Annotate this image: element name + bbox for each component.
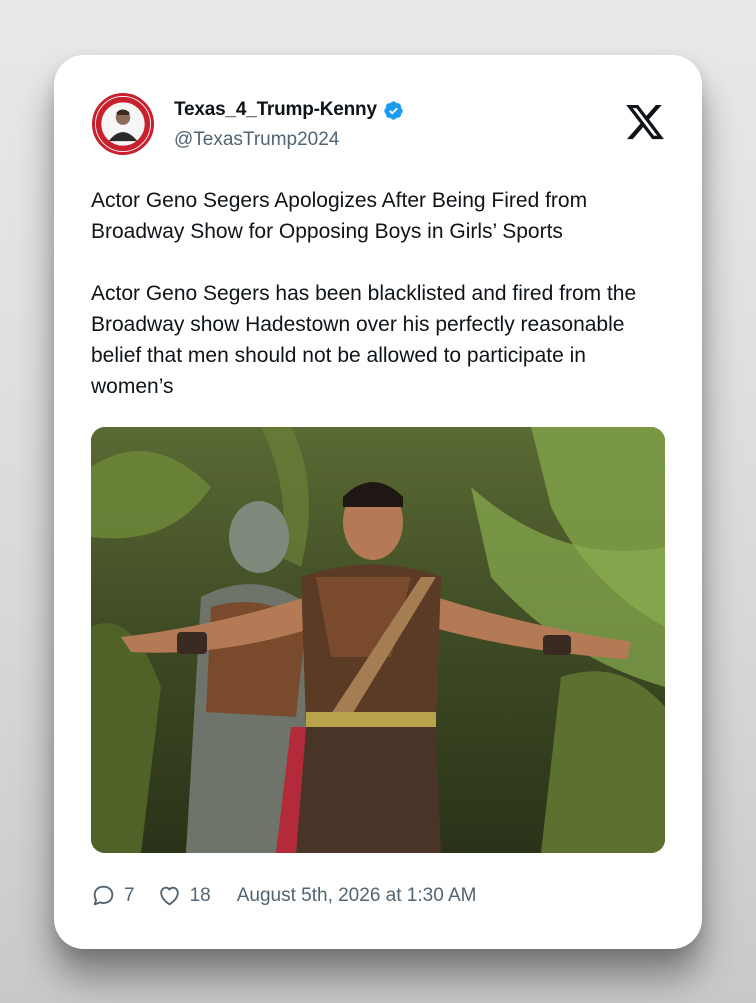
tweet-headline: Actor Geno Segers Apologizes After Being… [91, 189, 588, 243]
tweet-body: Actor Geno Segers has been blacklisted a… [91, 282, 637, 398]
like-count: 18 [189, 884, 211, 906]
tweet-footer: 7 18 August 5th, 2026 at 1:30 AM [91, 883, 477, 908]
avatar-photo [95, 96, 151, 152]
reply-count: 7 [124, 884, 135, 906]
timestamp[interactable]: August 5th, 2026 at 1:30 AM [237, 885, 477, 907]
avatar[interactable] [92, 93, 154, 155]
tweet-media[interactable] [91, 427, 665, 853]
display-name[interactable]: Texas_4_Trump-Kenny [174, 99, 377, 121]
photo-image [91, 427, 665, 853]
reply-icon [93, 885, 114, 906]
tweet-card[interactable]: Texas_4_Trump-Kenny @TexasTrump2024 Acto… [54, 55, 702, 949]
tweet-text: Actor Geno Segers Apologizes After Being… [91, 185, 671, 402]
handle[interactable]: @TexasTrump2024 [174, 129, 339, 151]
reply-button[interactable]: 7 [91, 883, 135, 908]
heart-icon [159, 886, 179, 906]
author-name-row: Texas_4_Trump-Kenny [174, 99, 404, 121]
like-button[interactable]: 18 [157, 883, 211, 908]
x-logo-icon[interactable] [624, 101, 666, 143]
verified-badge-icon [383, 100, 404, 121]
